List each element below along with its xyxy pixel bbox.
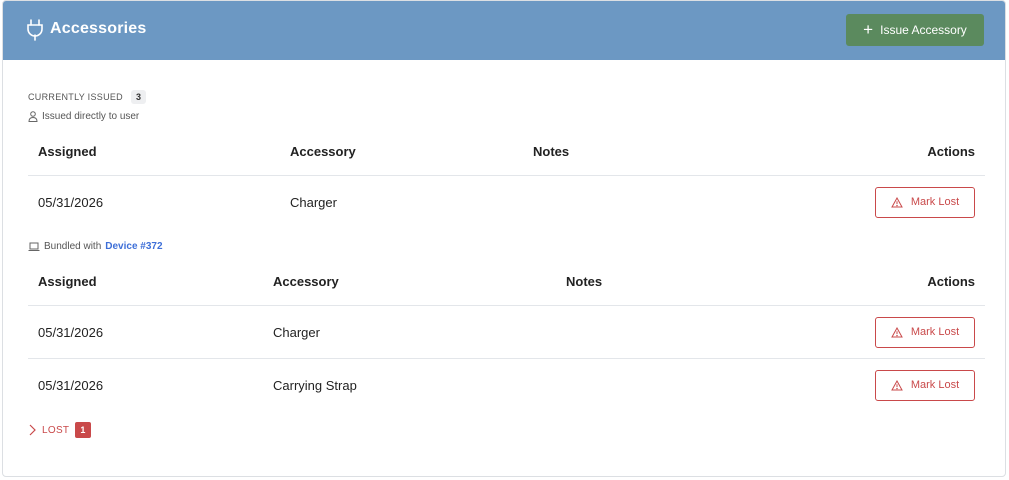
assigned-date: 05/31/2026 (38, 377, 104, 393)
direct-group-label: Issued directly to user (42, 111, 140, 122)
accessory-notes (523, 176, 651, 229)
column-header-actions: Actions (675, 257, 985, 306)
row-actions: Mark Lost (675, 359, 985, 412)
mark-lost-label: Mark Lost (910, 196, 960, 208)
accessory-name: Carrying Strap (273, 377, 357, 393)
lost-count-badge: 1 (75, 422, 91, 438)
row-actions: Mark Lost (651, 176, 985, 229)
issue-accessory-button[interactable]: + Issue Accessory (846, 14, 984, 46)
warning-triangle-icon (890, 379, 903, 390)
bundled-group-heading: Bundled with Device #372 (28, 241, 163, 252)
lost-label: LOST (42, 424, 70, 436)
column-header-notes: Notes (556, 257, 676, 306)
card-header: Accessories + Issue Accessory (3, 1, 1005, 60)
user-icon (28, 111, 38, 122)
device-link[interactable]: Device #372 (105, 241, 162, 252)
accessory-notes (556, 305, 676, 359)
table-row: 05/31/2026 Charger Mark Lost (28, 305, 985, 359)
mark-lost-label: Mark Lost (910, 379, 960, 391)
assigned-date: 05/31/2026 (38, 194, 104, 210)
page-title: Accessories (50, 20, 147, 37)
assigned-date: 05/31/2026 (28, 305, 263, 359)
accessory-name: Charger (263, 305, 556, 359)
plug-icon (27, 19, 43, 41)
table-row: 05/31/2026 Charger Mark Lost (28, 176, 985, 229)
currently-issued-count-badge: 3 (130, 90, 147, 104)
mark-lost-button[interactable]: Mark Lost (875, 186, 975, 218)
direct-accessories-table: Assigned Accessory Notes Actions 05/31/2… (28, 127, 985, 228)
column-header-accessory: Accessory (280, 127, 523, 176)
plus-icon: + (863, 19, 874, 39)
issue-accessory-label: Issue Accessory (880, 23, 967, 37)
warning-triangle-icon (890, 196, 903, 207)
column-header-accessory: Accessory (263, 257, 556, 306)
mark-lost-button[interactable]: Mark Lost (875, 369, 975, 401)
bundled-accessories-table: Assigned Accessory Notes Actions 05/31/2… (28, 257, 985, 411)
column-header-actions: Actions (651, 127, 985, 176)
column-header-notes: Notes (523, 127, 652, 176)
accessory-name: Charger (290, 194, 337, 210)
column-header-assigned: Assigned (28, 257, 263, 306)
table-header-row: Assigned Accessory Notes Actions (28, 257, 985, 306)
column-header-assigned: Assigned (28, 127, 280, 176)
accessory-notes (556, 359, 675, 412)
accessories-card: Accessories + Issue Accessory CURRENTLY … (2, 0, 1006, 477)
table-header-row: Assigned Accessory Notes Actions (28, 127, 985, 176)
row-actions: Mark Lost (675, 305, 985, 359)
direct-group-heading: Issued directly to user (28, 111, 139, 122)
bundled-group-label: Bundled with (44, 241, 102, 252)
warning-triangle-icon (890, 326, 903, 337)
mark-lost-label: Mark Lost (910, 326, 960, 338)
lost-section-toggle[interactable]: LOST 1 (28, 422, 91, 438)
chevron-right-icon (29, 424, 36, 436)
mark-lost-button[interactable]: Mark Lost (875, 316, 975, 348)
laptop-icon (28, 242, 40, 251)
table-row: 05/31/2026 Carrying Strap Mark Lost (28, 359, 985, 412)
currently-issued-label: CURRENTLY ISSUED (28, 92, 123, 102)
currently-issued-heading: CURRENTLY ISSUED 3 (28, 90, 147, 104)
